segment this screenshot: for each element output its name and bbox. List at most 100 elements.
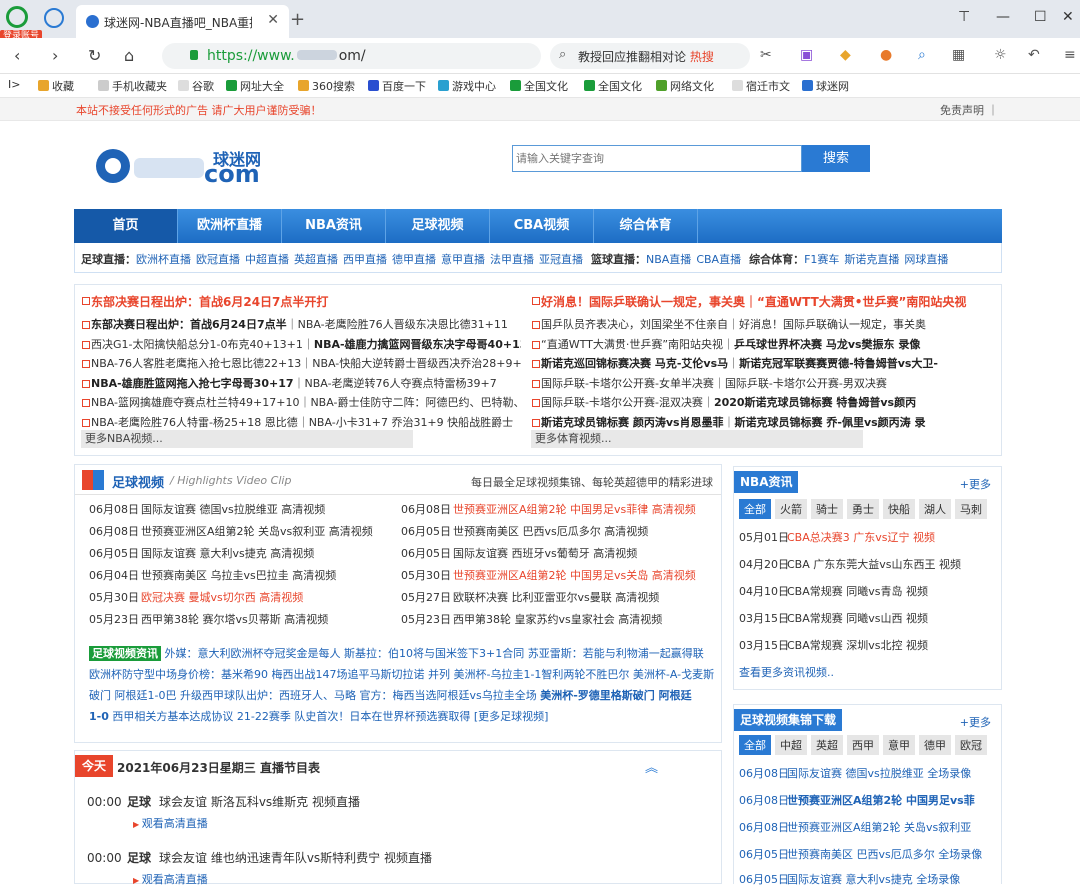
apps-icon[interactable]: ▦ (952, 47, 965, 63)
site-logo[interactable]: 球迷网 com (96, 146, 280, 188)
more-news-link[interactable]: 查看更多资讯视频.. (739, 664, 834, 680)
more-link[interactable]: +更多 (960, 476, 991, 492)
minimize-icon[interactable]: — (996, 9, 1010, 25)
video-item[interactable]: 06月08日 世预赛亚洲区A组第2轮 关岛vs叙利亚 高清视频 (89, 521, 399, 543)
headline-link[interactable]: 东部决赛日程出炉：首战6月24日7点半开打 (81, 291, 521, 315)
tab-close-icon[interactable]: ✕ (267, 12, 279, 28)
subnav-link[interactable]: F1赛车 (804, 253, 839, 266)
undo-icon[interactable]: ↶ (1028, 47, 1040, 63)
browser-tab[interactable]: 球迷网-NBA直播吧_NBA重播吧 ✕ (76, 5, 289, 38)
watch-hd-link[interactable]: 观看高清直播 (133, 815, 208, 831)
video-download-item[interactable]: 06月05日国际友谊赛 意大利vs捷克 全场录像 (739, 871, 997, 887)
browser-search-field[interactable]: ⌕ 教授回应推翻相对论 热搜 (550, 43, 750, 69)
forward-icon[interactable]: › (52, 46, 58, 65)
bookmark-item[interactable]: 游戏中心 (438, 78, 496, 94)
video-item[interactable]: 06月04日 世预赛南美区 乌拉圭vs巴拉圭 高清视频 (89, 565, 399, 587)
tab-team[interactable]: 骑士 (811, 499, 843, 519)
tab-team[interactable]: 勇士 (847, 499, 879, 519)
nav-arrow-icon[interactable] (44, 8, 64, 28)
site-search-field[interactable] (513, 146, 801, 171)
tab-league[interactable]: 德甲 (919, 735, 951, 755)
bookmark-item[interactable]: 收藏 (38, 78, 74, 94)
bookmark-item[interactable]: 网络文化 (656, 78, 714, 94)
bookmark-item[interactable]: 手机收藏夹 (98, 78, 167, 94)
tab-league[interactable]: 英超 (811, 735, 843, 755)
url-field[interactable]: https://www. om/ (162, 43, 541, 69)
tab-league[interactable]: 欧冠 (955, 735, 987, 755)
tab-league[interactable]: 意甲 (883, 735, 915, 755)
tab-team[interactable]: 火箭 (775, 499, 807, 519)
tab-league[interactable]: 西甲 (847, 735, 879, 755)
tab-all[interactable]: 全部 (739, 499, 771, 519)
subnav-link[interactable]: 欧冠直播 (196, 253, 240, 266)
bookmark-toggle-icon[interactable]: I> (8, 78, 20, 91)
video-download-item[interactable]: 06月08日国际友谊赛 德国vs拉脱维亚 全场录像 (739, 765, 997, 781)
tab-team[interactable]: 快船 (883, 499, 915, 519)
home-icon[interactable]: ⌂ (124, 46, 134, 65)
subnav-link[interactable]: 德甲直播 (392, 253, 436, 266)
site-search-input[interactable] (512, 145, 802, 172)
tab-team[interactable]: 马刺 (955, 499, 987, 519)
more-nba-videos[interactable]: 更多NBA视频... (81, 430, 413, 448)
subnav-link[interactable]: CBA直播 (696, 253, 741, 266)
shield-icon[interactable]: ◆ (840, 47, 851, 63)
subnav-link[interactable]: 亚冠直播 (539, 253, 583, 266)
bookmark-item[interactable]: 全国文化 (584, 78, 642, 94)
disclaimer-link[interactable]: 免责声明 ｜ (940, 102, 999, 118)
video-item[interactable]: 05月23日 西甲第38轮 赛尔塔vs贝蒂斯 高清视频 (89, 609, 399, 631)
subnav-link[interactable]: 英超直播 (294, 253, 338, 266)
more-link[interactable]: +更多 (960, 714, 991, 730)
nav-item-euro[interactable]: 欧洲杯直播 (178, 209, 282, 243)
video-item[interactable]: 05月30日 世预赛亚洲区A组第2轮 中国男足vs关岛 高清视频 (401, 565, 717, 587)
bookmark-item[interactable]: 球迷网 (802, 78, 849, 94)
tab-league[interactable]: 中超 (775, 735, 807, 755)
back-icon[interactable]: ‹ (14, 46, 20, 65)
video-download-item[interactable]: 06月08日世预赛亚洲区A组第2轮 关岛vs叙利亚 (739, 819, 997, 835)
video-item[interactable]: 06月08日 世预赛亚洲区A组第2轮 中国男足vs菲律 高清视频 (401, 499, 717, 521)
nav-item-cba[interactable]: CBA视频 (490, 209, 594, 243)
video-item[interactable]: 06月05日 世预赛南美区 巴西vs厄瓜多尔 高清视频 (401, 521, 717, 543)
tab-team[interactable]: 湖人 (919, 499, 951, 519)
subnav-link[interactable]: 网球直播 (904, 253, 948, 266)
settings-icon[interactable]: ☼ (994, 47, 1007, 63)
news-item[interactable]: 04月20日CBA 广东东莞大益vs山东西王 视频 (739, 556, 997, 572)
site-search-button[interactable]: 搜索 (802, 145, 870, 172)
subnav-link[interactable]: 西甲直播 (343, 253, 387, 266)
video-item[interactable]: 06月08日 国际友谊赛 德国vs拉脱维亚 高清视频 (89, 499, 399, 521)
reload-icon[interactable]: ↻ (88, 46, 101, 65)
video-download-item[interactable]: 06月05日世预赛南美区 巴西vs厄瓜多尔 全场录像 (739, 846, 997, 862)
subnav-link[interactable]: 斯诺克直播 (844, 253, 899, 266)
video-item[interactable]: 05月27日 欧联杯决赛 比利亚雷亚尔vs曼联 高清视频 (401, 587, 717, 609)
news-item[interactable]: 03月15日CBA常规赛 深圳vs北控 视频 (739, 637, 997, 653)
subnav-link[interactable]: 意甲直播 (441, 253, 485, 266)
bookmark-item[interactable]: 网址大全 (226, 78, 284, 94)
headline-link[interactable]: 好消息！国际乒联确认一规定，事关奥｜“直通WTT大满贯•世乒赛”南阳站央视 (531, 291, 997, 315)
scissors-icon[interactable]: ✂ (760, 47, 772, 63)
bookmark-item[interactable]: 360搜索 (298, 78, 355, 94)
sidebar-title[interactable]: 足球视频集锦下载 (734, 709, 843, 731)
news-item[interactable]: 04月10日CBA常规赛 同曦vs青岛 视频 (739, 583, 997, 599)
watch-hd-link[interactable]: 观看高清直播 (133, 871, 208, 887)
shirt-icon[interactable]: ⊤ (958, 9, 970, 25)
subnav-link[interactable]: 中超直播 (245, 253, 289, 266)
translate-icon[interactable]: ▣ (800, 47, 813, 63)
find-icon[interactable]: ⌕ (918, 47, 926, 63)
nav-item-nba[interactable]: NBA资讯 (282, 209, 386, 243)
bookmark-item[interactable]: 百度一下 (368, 78, 426, 94)
news-item[interactable]: 05月01日CBA总决赛3 广东vs辽宁 视频 (739, 529, 997, 545)
browser-logo-icon[interactable] (6, 6, 28, 28)
collapse-icon[interactable]: ︽ (645, 757, 658, 776)
subnav-link[interactable]: NBA直播 (646, 253, 691, 266)
video-item[interactable]: 06月05日 国际友谊赛 意大利vs捷克 高清视频 (89, 543, 399, 565)
subnav-link[interactable]: 法甲直播 (490, 253, 534, 266)
more-sports-videos[interactable]: 更多体育视频... (531, 430, 863, 448)
tab-all[interactable]: 全部 (739, 735, 771, 755)
sidebar-title[interactable]: NBA资讯 (734, 471, 799, 493)
video-download-item[interactable]: 06月08日世预赛亚洲区A组第2轮 中国男足vs菲 (739, 792, 997, 808)
maximize-icon[interactable]: ☐ (1034, 9, 1047, 25)
video-item[interactable]: 05月23日 西甲第38轮 皇家苏约vs皇家社会 高清视频 (401, 609, 717, 631)
subnav-link[interactable]: 欧洲杯直播 (136, 253, 191, 266)
section-title[interactable]: 足球视频 (112, 472, 164, 491)
new-tab-icon[interactable]: + (290, 9, 305, 30)
video-item[interactable]: 06月05日 国际友谊赛 西班牙vs葡萄牙 高清视频 (401, 543, 717, 565)
